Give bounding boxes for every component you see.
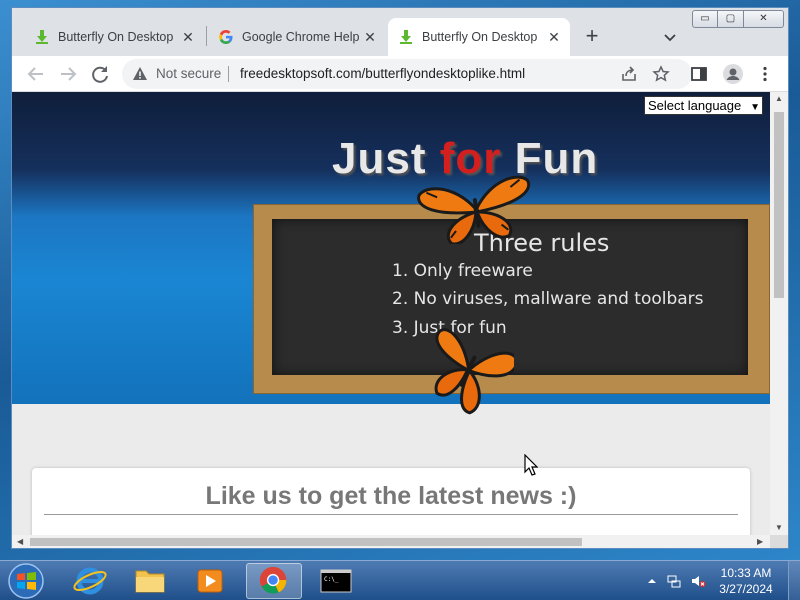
network-icon[interactable] <box>666 573 682 589</box>
scroll-down-arrow-icon[interactable]: ▼ <box>775 523 783 532</box>
scroll-left-arrow-icon[interactable]: ◀ <box>17 537 23 546</box>
scroll-right-arrow-icon[interactable]: ▶ <box>757 537 763 546</box>
address-bar[interactable]: Not secure freedesktopsoft.com/butterfly… <box>122 59 692 89</box>
system-clock[interactable]: 10:33 AM 3/27/2024 <box>708 565 784 597</box>
tab-title: Butterfly On Desktop on <box>58 30 176 44</box>
divider <box>44 514 738 515</box>
taskbar: C:\_ 10:33 AM 3/27/2024 <box>0 560 800 600</box>
scroll-up-arrow-icon[interactable]: ▲ <box>775 94 783 103</box>
side-panel-icon[interactable] <box>690 65 708 83</box>
scrollbar-corner <box>770 535 788 548</box>
chrome-icon <box>259 566 287 594</box>
horizontal-scrollbar[interactable]: ◀ ▶ <box>12 535 770 548</box>
tab-search-chevron-icon[interactable] <box>660 27 680 47</box>
clock-date: 3/27/2024 <box>719 582 773 596</box>
vertical-scrollbar[interactable]: ▲ ▼ <box>770 92 788 535</box>
start-button-icon[interactable] <box>6 562 46 600</box>
header-banner: Just for Fun Three rules 1. Only freewar… <box>12 92 770 404</box>
svg-text:C:\_: C:\_ <box>324 576 339 583</box>
chevron-down-icon: ▼ <box>750 102 760 113</box>
vertical-scroll-thumb[interactable] <box>774 112 784 298</box>
close-window-button[interactable]: ✕ <box>744 10 784 28</box>
chrome-window: Butterfly On Desktop on ✕ Google Chrome … <box>12 8 788 548</box>
tab-butterfly-1[interactable]: Butterfly On Desktop on ✕ <box>24 18 204 56</box>
omnibox-divider <box>228 66 229 82</box>
page-viewport: Just for Fun Three rules 1. Only freewar… <box>12 92 770 535</box>
chrome-taskbar-button[interactable] <box>246 563 302 599</box>
tab-chrome-help[interactable]: Google Chrome Help ✕ <box>208 18 386 56</box>
tab-title: Butterfly On Desktop <box>422 30 538 44</box>
like-heading: Like us to get the latest news :) <box>205 482 577 510</box>
butterfly-image <box>434 328 514 415</box>
warning-icon[interactable] <box>132 66 148 82</box>
show-hidden-icons-icon[interactable] <box>644 573 660 589</box>
clock-time: 10:33 AM <box>720 566 772 580</box>
reload-icon[interactable] <box>88 62 112 86</box>
tab-strip: Butterfly On Desktop on ✕ Google Chrome … <box>12 8 788 56</box>
more-menu-icon[interactable] <box>756 65 774 83</box>
download-icon <box>36 30 48 44</box>
tab-butterfly-active[interactable]: Butterfly On Desktop ✕ <box>388 18 570 56</box>
show-desktop-button[interactable] <box>788 561 800 600</box>
url-text[interactable]: freedesktopsoft.com/butterflyondesktopli… <box>240 66 525 81</box>
volume-muted-icon[interactable] <box>690 573 706 589</box>
language-select[interactable]: Select language ▼ <box>644 96 763 115</box>
forward-icon[interactable] <box>56 62 80 86</box>
tab-title: Google Chrome Help <box>242 30 360 44</box>
share-icon[interactable] <box>620 65 638 83</box>
butterfly-image <box>417 175 531 244</box>
internet-explorer-icon[interactable] <box>62 563 118 599</box>
mouse-cursor-icon <box>524 454 538 476</box>
command-prompt-icon[interactable]: C:\_ <box>308 563 364 599</box>
browser-toolbar: Not secure freedesktopsoft.com/butterfly… <box>12 56 788 92</box>
minimize-button[interactable]: ▭ <box>692 10 718 28</box>
horizontal-scroll-thumb[interactable] <box>30 538 582 546</box>
rule-item: 2. No viruses, mallware and toolbars <box>392 289 704 309</box>
new-tab-button[interactable]: + <box>580 25 604 49</box>
google-icon <box>219 30 233 44</box>
back-icon[interactable] <box>24 62 48 86</box>
tab-divider <box>206 26 207 46</box>
download-icon <box>400 30 412 44</box>
security-label[interactable]: Not secure <box>156 66 221 81</box>
close-tab-icon[interactable]: ✕ <box>180 29 196 45</box>
profile-avatar-icon[interactable] <box>722 63 744 85</box>
close-tab-icon[interactable]: ✕ <box>362 29 378 45</box>
rule-item: 1. Only freeware <box>392 261 533 281</box>
language-select-value: Select language <box>648 98 742 113</box>
window-controls: ▭ ▢ ✕ <box>692 10 784 28</box>
close-tab-icon[interactable]: ✕ <box>546 29 562 45</box>
file-explorer-icon[interactable] <box>122 563 178 599</box>
maximize-button[interactable]: ▢ <box>718 10 744 28</box>
bookmark-star-icon[interactable] <box>652 65 670 83</box>
media-player-icon[interactable] <box>182 563 238 599</box>
like-panel: Like us to get the latest news :) <box>32 468 750 535</box>
